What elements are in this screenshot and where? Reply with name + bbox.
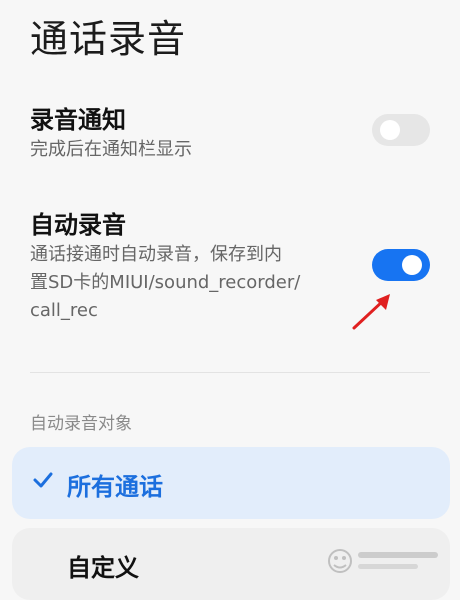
- toggle-knob: [402, 255, 422, 275]
- option-label: 所有通话: [67, 473, 163, 501]
- setting-description: 完成后在通知栏显示: [30, 139, 192, 160]
- section-header: 自动录音对象: [30, 414, 132, 434]
- description-line: 置SD卡的MIUI/sound_recorder/: [30, 272, 301, 293]
- setting-description: 通话接通时自动录音，保存到内 置SD卡的MIUI/sound_recorder/…: [30, 241, 360, 325]
- page-title: 通话录音: [30, 17, 187, 61]
- divider: [30, 372, 430, 373]
- setting-title: 自动录音: [30, 211, 126, 239]
- watermark-logo-icon: [328, 549, 438, 573]
- red-arrow-icon: [352, 294, 390, 330]
- option-label: 自定义: [67, 554, 139, 582]
- description-line: 通话接通时自动录音，保存到内: [30, 244, 282, 265]
- option-all-calls[interactable]: 所有通话: [12, 447, 450, 519]
- toggle-knob: [380, 120, 400, 140]
- check-icon: [33, 472, 53, 488]
- setting-record-notification[interactable]: 录音通知 完成后在通知栏显示: [0, 100, 460, 170]
- setting-title: 录音通知: [30, 106, 126, 134]
- auto-record-toggle[interactable]: [372, 249, 430, 281]
- record-notification-toggle[interactable]: [372, 114, 430, 146]
- description-line: call_rec: [30, 300, 98, 321]
